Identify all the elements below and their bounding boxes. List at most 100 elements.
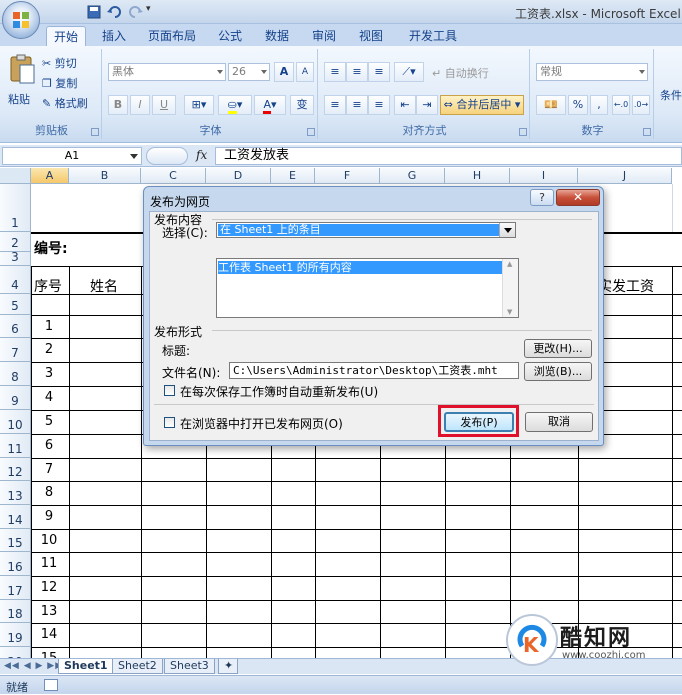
row-header[interactable]: 12	[0, 458, 31, 481]
row-header[interactable]: 2	[0, 232, 31, 252]
sheet-nav-icons[interactable]: ◀◀ ◀ ▶ ▶▶	[4, 661, 63, 671]
column-header-d[interactable]: D	[206, 168, 271, 184]
conditional-formatting-button[interactable]: 条件	[660, 87, 682, 103]
help-button[interactable]: ?	[530, 189, 554, 206]
sheet-tab-2[interactable]: Sheet2	[112, 659, 163, 674]
row-header[interactable]: 7	[0, 338, 31, 362]
align-middle-button[interactable]: ≡	[346, 62, 368, 82]
tab-formulas[interactable]: 公式	[212, 26, 248, 46]
filename-input[interactable]: C:\Users\Administrator\Desktop\工资表.mht	[229, 362, 519, 379]
row-header[interactable]: 20	[0, 647, 31, 658]
row-header[interactable]: 15	[0, 529, 31, 552]
column-header-c[interactable]: C	[141, 168, 206, 184]
cut-button[interactable]: ✂ 剪切	[42, 55, 77, 71]
insert-function-icon[interactable]: fx	[196, 148, 207, 162]
macro-record-icon[interactable]	[44, 679, 58, 691]
insert-sheet-icon[interactable]: ✦	[218, 659, 238, 674]
row-header[interactable]: 9	[0, 386, 31, 410]
row-header[interactable]: 11	[0, 434, 31, 458]
tab-home[interactable]: 开始	[46, 26, 86, 46]
column-header-h[interactable]: H	[445, 168, 510, 184]
name-box[interactable]: A1	[2, 147, 142, 165]
row-header[interactable]: 6	[0, 315, 31, 338]
row-header[interactable]: 3	[0, 250, 31, 266]
percent-button[interactable]: %	[568, 95, 588, 115]
browse-button[interactable]: 浏览(B)...	[524, 362, 592, 381]
formula-input[interactable]: 工资发放表	[215, 147, 682, 165]
select-all-corner[interactable]	[0, 168, 31, 184]
sheet-tab-3[interactable]: Sheet3	[164, 659, 215, 674]
tab-page-layout[interactable]: 页面布局	[143, 26, 201, 46]
align-right-button[interactable]: ≡	[368, 95, 390, 115]
items-list[interactable]: 工作表 Sheet1 的所有内容	[216, 258, 519, 318]
increase-indent-button[interactable]: ⇥	[416, 95, 438, 115]
row-header[interactable]: 19	[0, 623, 31, 647]
decrease-indent-button[interactable]: ⇤	[394, 95, 416, 115]
wrap-text-button[interactable]: ↵ 自动换行	[432, 65, 489, 81]
tab-data[interactable]: 数据	[259, 26, 295, 46]
decrease-decimal-button[interactable]: .0→	[632, 95, 650, 115]
column-header-a[interactable]: A	[31, 168, 69, 184]
copy-button[interactable]: ❐ 复制	[42, 75, 77, 91]
row-header[interactable]: 14	[0, 505, 31, 529]
column-header-b[interactable]: B	[69, 168, 141, 184]
list-item[interactable]: 工作表 Sheet1 的所有内容	[218, 261, 502, 274]
font-launcher[interactable]	[307, 128, 315, 136]
merge-center-button[interactable]: ⇔ 合并后居中 ▾	[440, 95, 524, 115]
paste-button[interactable]: 粘贴	[8, 53, 36, 109]
choose-combo[interactable]: 在 Sheet1 上的条目	[216, 222, 516, 238]
font-color-button[interactable]: A▾	[254, 95, 286, 115]
clipboard-launcher[interactable]	[91, 128, 99, 136]
list-scrollbar[interactable]	[502, 259, 518, 317]
redo-icon[interactable]	[126, 4, 144, 20]
customize-qat-icon[interactable]: ▾	[146, 4, 156, 20]
align-bottom-button[interactable]: ≡	[368, 62, 390, 82]
bold-button[interactable]: B	[108, 95, 128, 115]
row-header[interactable]: 18	[0, 600, 31, 623]
sheet-tab-1[interactable]: Sheet1	[58, 659, 114, 674]
row-header[interactable]: 17	[0, 576, 31, 600]
currency-button[interactable]: 💴	[536, 95, 566, 115]
formula-controls[interactable]	[146, 147, 188, 165]
tab-insert[interactable]: 插入	[96, 26, 132, 46]
orientation-button[interactable]: ⟋▾	[394, 62, 424, 82]
row-header[interactable]: 1	[0, 184, 31, 232]
font-name-combo[interactable]: 黑体	[108, 63, 226, 81]
italic-button[interactable]: I	[130, 95, 150, 115]
font-size-combo[interactable]: 26	[228, 63, 270, 81]
row-header[interactable]: 5	[0, 294, 31, 315]
underline-button[interactable]: U	[152, 95, 176, 115]
number-launcher[interactable]	[643, 128, 651, 136]
row-header[interactable]: 10	[0, 410, 31, 434]
column-header-g[interactable]: G	[380, 168, 445, 184]
fill-color-button[interactable]: ⛀▾	[218, 95, 252, 115]
chevron-down-icon[interactable]	[499, 223, 515, 237]
alignment-launcher[interactable]	[519, 128, 527, 136]
tab-view[interactable]: 视图	[353, 26, 389, 46]
row-header[interactable]: 16	[0, 552, 31, 576]
column-header-i[interactable]: I	[510, 168, 578, 184]
save-icon[interactable]	[86, 4, 104, 20]
row-header[interactable]: 8	[0, 362, 31, 386]
phonetic-button[interactable]: 变	[290, 95, 314, 115]
row-header[interactable]: 4	[0, 266, 31, 294]
shrink-font-button[interactable]: A	[296, 62, 314, 82]
align-top-button[interactable]: ≡	[324, 62, 346, 82]
column-header-e[interactable]: E	[271, 168, 315, 184]
align-center-button[interactable]: ≡	[346, 95, 368, 115]
close-button[interactable]: ✕	[556, 189, 600, 206]
undo-icon[interactable]	[106, 4, 124, 20]
open-in-browser-checkbox[interactable]	[164, 417, 175, 428]
auto-republish-checkbox[interactable]	[164, 385, 175, 396]
column-header-j[interactable]: J	[578, 168, 672, 184]
change-button[interactable]: 更改(H)...	[524, 339, 592, 358]
borders-button[interactable]: ⊞▾	[184, 95, 214, 115]
office-button[interactable]	[2, 1, 40, 39]
column-header-f[interactable]: F	[315, 168, 380, 184]
format-painter-button[interactable]: ✎ 格式刷	[42, 95, 88, 111]
grow-font-button[interactable]: A	[274, 62, 294, 82]
tab-developer[interactable]: 开发工具	[402, 26, 464, 46]
increase-decimal-button[interactable]: ←.0	[612, 95, 630, 115]
align-left-button[interactable]: ≡	[324, 95, 346, 115]
number-format-combo[interactable]: 常规	[536, 63, 648, 81]
